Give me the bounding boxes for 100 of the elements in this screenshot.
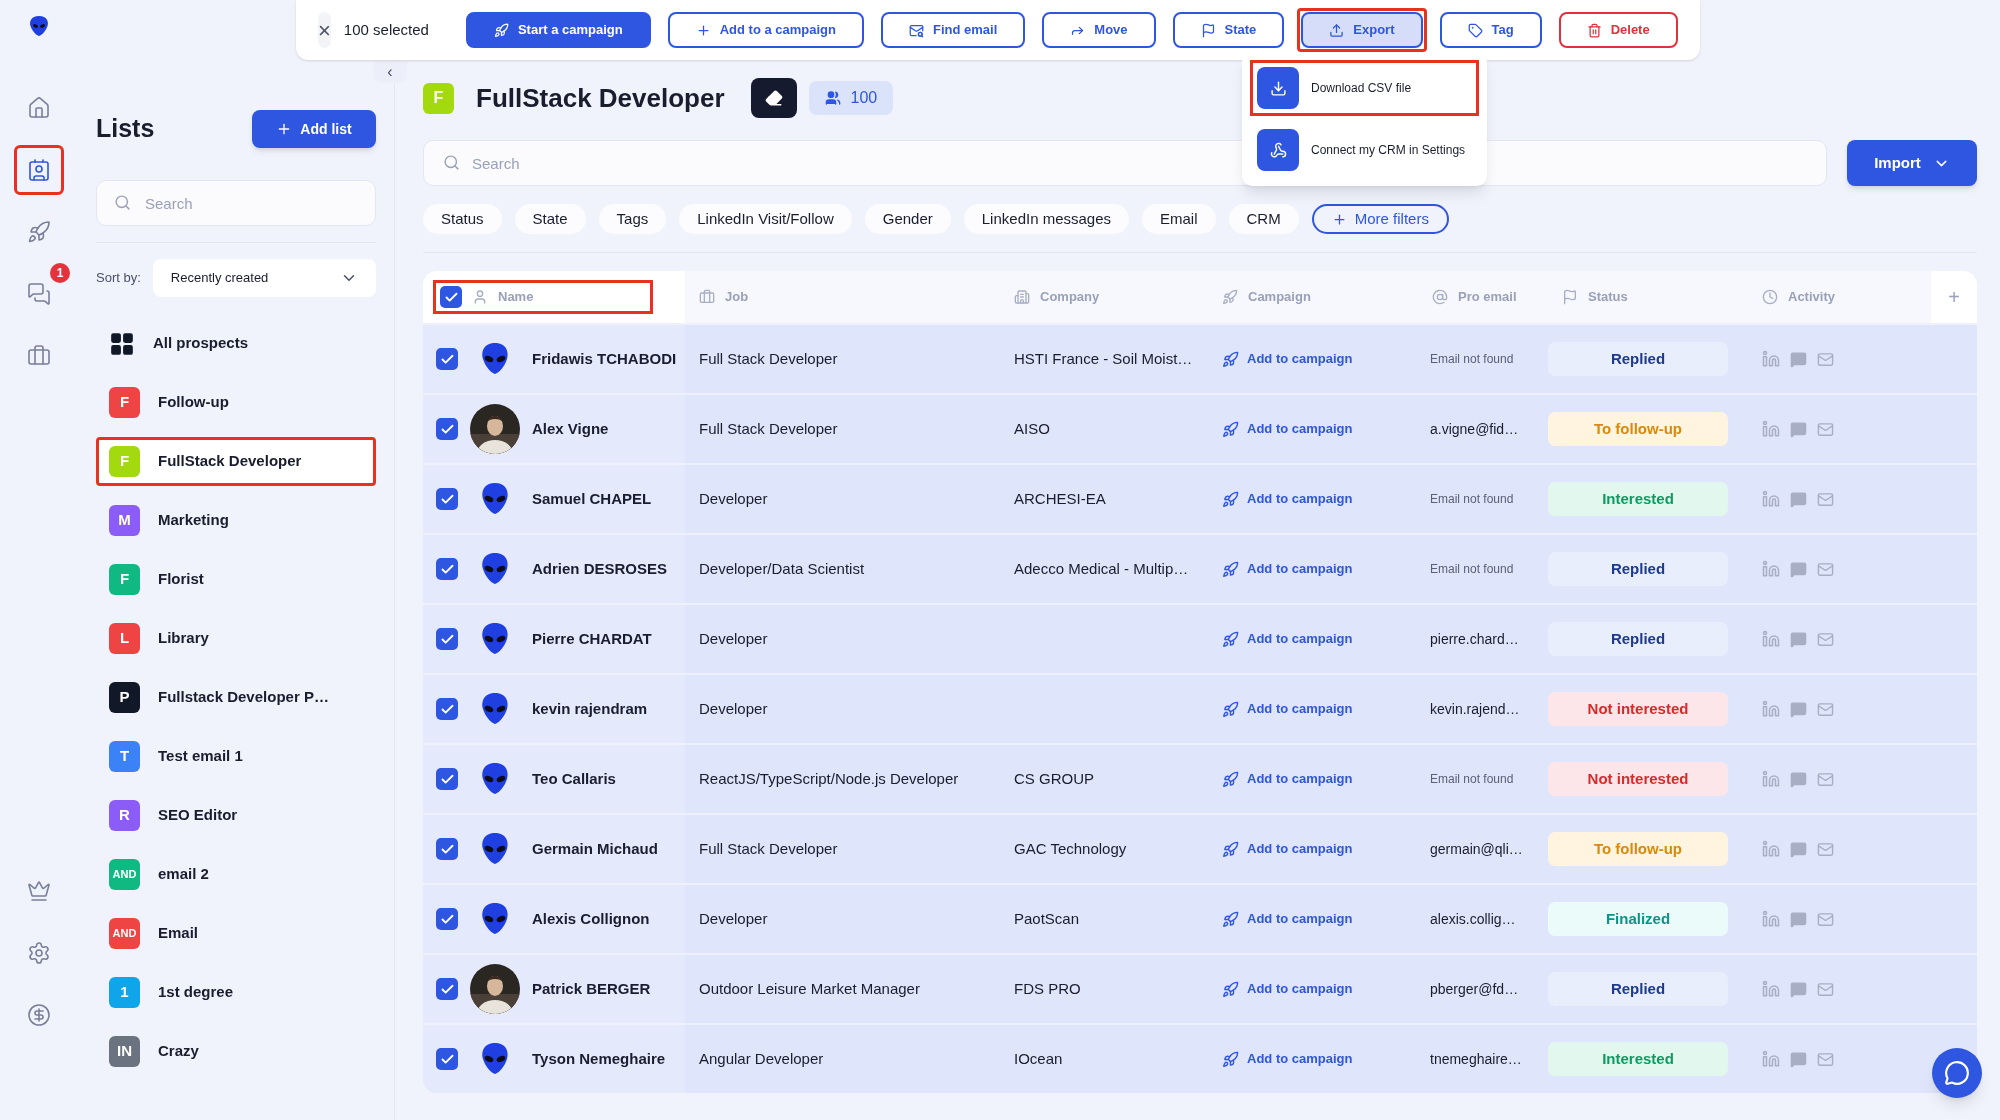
linkedin-icon[interactable] (1762, 770, 1780, 788)
checkbox[interactable] (436, 768, 458, 790)
search-field[interactable]: Search (96, 180, 376, 226)
list-item[interactable]: AND Email (96, 909, 376, 958)
eraser-button[interactable] (750, 78, 797, 118)
checkbox[interactable] (436, 1048, 458, 1070)
action-button[interactable]: Find email (881, 12, 1026, 48)
checkbox[interactable] (436, 908, 458, 930)
mail-icon[interactable] (1817, 980, 1834, 998)
checkbox[interactable] (436, 838, 458, 860)
linkedin-icon[interactable] (1762, 490, 1780, 508)
message-icon[interactable] (1790, 910, 1807, 928)
add-to-campaign-link[interactable]: Add to campaign (1208, 629, 1418, 649)
message-icon[interactable] (1790, 1050, 1807, 1068)
linkedin-icon[interactable] (1762, 980, 1780, 998)
checkbox[interactable] (436, 978, 458, 1000)
prospect-name[interactable]: Tyson Nemeghaire (532, 1047, 666, 1071)
add-to-campaign-link[interactable]: Add to campaign (1208, 699, 1418, 719)
add-to-campaign-link[interactable]: Add to campaign (1208, 559, 1418, 579)
status-pill[interactable]: Not interested (1548, 692, 1728, 726)
prospect-name[interactable]: kevin rajendram (532, 697, 648, 721)
action-button[interactable]: Move (1042, 12, 1156, 48)
filter-chip[interactable]: Email (1142, 204, 1216, 234)
checkbox[interactable] (436, 418, 458, 440)
checkbox[interactable] (440, 286, 462, 308)
mail-icon[interactable] (1817, 700, 1834, 718)
status-pill[interactable]: Replied (1548, 622, 1728, 656)
prospect-name[interactable]: Germain Michaud (532, 837, 658, 861)
list-item[interactable]: 1 1st degree (96, 968, 376, 1017)
list-item[interactable]: AND email 2 (96, 850, 376, 899)
checkbox[interactable] (436, 628, 458, 650)
action-button[interactable]: Add to a campaign (667, 12, 864, 48)
status-pill[interactable]: Replied (1548, 972, 1728, 1006)
add-to-campaign-link[interactable]: Add to campaign (1208, 909, 1418, 929)
mail-icon[interactable] (1817, 910, 1834, 928)
message-icon[interactable] (1790, 420, 1807, 438)
add-list-button[interactable]: Add list (252, 110, 376, 148)
list-item[interactable]: All prospects (96, 319, 376, 368)
add-to-campaign-link[interactable]: Add to campaign (1208, 1049, 1418, 1069)
list-item[interactable]: F Florist (96, 555, 376, 604)
add-to-campaign-link[interactable]: Add to campaign (1208, 349, 1418, 369)
linkedin-icon[interactable] (1762, 700, 1780, 718)
message-icon[interactable] (1790, 490, 1807, 508)
add-to-campaign-link[interactable]: Add to campaign (1208, 489, 1418, 509)
mail-icon[interactable] (1817, 350, 1834, 368)
list-item[interactable]: T Test email 1 (96, 732, 376, 781)
mail-icon[interactable] (1817, 1050, 1834, 1068)
menu-item[interactable]: Download CSV file (1250, 60, 1479, 116)
message-icon[interactable] (1790, 980, 1807, 998)
action-button[interactable]: Tag (1439, 12, 1542, 48)
add-to-campaign-link[interactable]: Add to campaign (1208, 419, 1418, 439)
filter-chip[interactable]: Status (423, 204, 502, 234)
message-icon[interactable] (1790, 700, 1807, 718)
list-item[interactable]: M Marketing (96, 496, 376, 545)
message-icon[interactable] (1790, 770, 1807, 788)
action-button[interactable]: Start a campaign (465, 12, 651, 48)
prospect-name[interactable]: Alex Vigne (532, 417, 609, 441)
message-icon[interactable] (1790, 350, 1807, 368)
mail-icon[interactable] (1817, 840, 1834, 858)
linkedin-icon[interactable] (1762, 840, 1780, 858)
message-icon[interactable] (1790, 630, 1807, 648)
filter-chip[interactable]: Gender (864, 204, 951, 234)
status-pill[interactable]: Finalized (1548, 902, 1728, 936)
collapse-button[interactable]: ‹ (373, 61, 407, 83)
prospect-name[interactable]: Teo Callaris (532, 767, 616, 791)
more-filters-button[interactable]: More filters (1311, 204, 1449, 234)
filter-chip[interactable]: CRM (1228, 204, 1299, 234)
list-item[interactable]: F FullStack Developer (96, 437, 376, 486)
action-button[interactable]: State (1172, 12, 1285, 48)
filter-chip[interactable]: Tags (598, 204, 667, 234)
linkedin-icon[interactable] (1762, 910, 1780, 928)
linkedin-icon[interactable] (1762, 350, 1780, 368)
filter-chip[interactable]: State (514, 204, 586, 234)
checkbox[interactable] (436, 698, 458, 720)
mail-icon[interactable] (1817, 770, 1834, 788)
mail-icon[interactable] (1817, 560, 1834, 578)
mail-icon[interactable] (1817, 630, 1834, 648)
linkedin-icon[interactable] (1762, 560, 1780, 578)
linkedin-icon[interactable] (1762, 420, 1780, 438)
status-pill[interactable]: Replied (1548, 342, 1728, 376)
close-button[interactable]: × (318, 12, 331, 48)
add-to-campaign-link[interactable]: Add to campaign (1208, 769, 1418, 789)
linkedin-icon[interactable] (1762, 630, 1780, 648)
prospect-name[interactable]: Pierre CHARDAT (532, 627, 652, 651)
filter-chip[interactable]: LinkedIn Visit/Follow (679, 204, 852, 234)
sort-dropdown[interactable]: Recently created (152, 259, 376, 297)
linkedin-icon[interactable] (1762, 1050, 1780, 1068)
status-pill[interactable]: Replied (1548, 552, 1728, 586)
status-pill[interactable]: Not interested (1548, 762, 1728, 796)
add-to-campaign-link[interactable]: Add to campaign (1208, 979, 1418, 999)
action-button[interactable]: Delete (1558, 12, 1678, 48)
prospect-name[interactable]: Alexis Collignon (532, 907, 650, 931)
list-item[interactable]: R SEO Editor (96, 791, 376, 840)
prospect-name[interactable]: Samuel CHAPEL (532, 487, 652, 511)
checkbox[interactable] (436, 488, 458, 510)
list-item[interactable]: F Follow-up (96, 378, 376, 427)
list-item[interactable]: IN Crazy (96, 1027, 376, 1076)
import-button[interactable]: Import (1847, 140, 1977, 186)
chat-button[interactable] (1932, 1048, 1982, 1098)
prospect-name[interactable]: Patrick BERGER (532, 977, 651, 1001)
